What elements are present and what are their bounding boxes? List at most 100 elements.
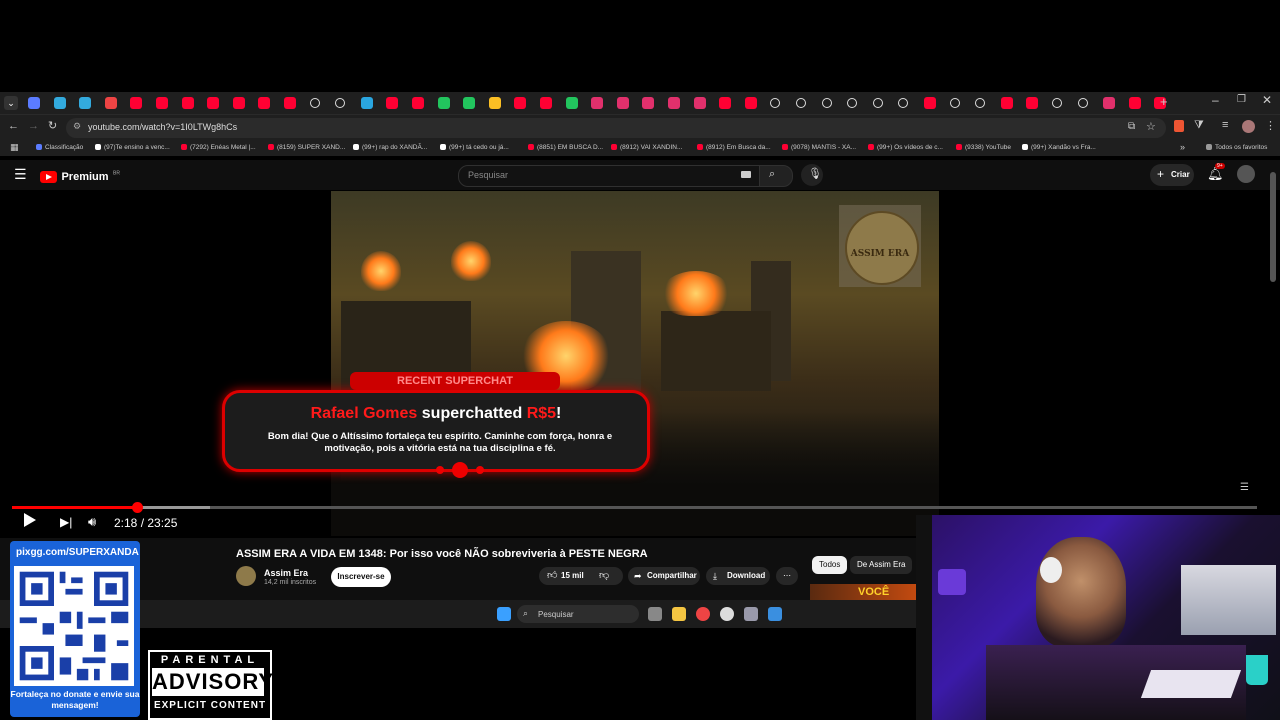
browser-tab[interactable] (591, 97, 604, 109)
site-info-icon[interactable]: ⚙ (73, 121, 81, 132)
task-view-icon[interactable] (648, 607, 662, 621)
search-button[interactable]: ⌕ (759, 165, 793, 187)
scrubber-handle[interactable] (131, 502, 143, 513)
address-bar[interactable]: ⚙ youtube.com/watch?v=1I0LTWg8hCs ⧉ ☆ (66, 118, 1166, 138)
minimize-icon[interactable]: – (1212, 93, 1219, 107)
bookmark-star-icon[interactable]: ☆ (1146, 120, 1156, 133)
progress-bar[interactable] (12, 502, 1257, 513)
browser-tab[interactable] (207, 97, 220, 109)
subscribe-button[interactable]: Inscrever-se (331, 567, 391, 587)
channel-name[interactable]: Assim Era (264, 568, 308, 578)
taskbar-search[interactable]: ⌕ Pesquisar (517, 605, 639, 623)
youtube-logo[interactable]: Premium BR (40, 168, 120, 186)
chip-channel[interactable]: De Assim Era (850, 556, 913, 574)
chapters-icon[interactable]: ☰ (1240, 482, 1249, 493)
bookmark-item[interactable]: (8912) VAI XANDIN... (611, 144, 682, 151)
browser-tab[interactable] (463, 97, 476, 109)
browser-tab[interactable] (1000, 97, 1013, 109)
browser-tab[interactable] (949, 98, 960, 108)
more-actions-button[interactable]: ⋯ (776, 567, 798, 585)
settings-icon[interactable] (744, 607, 758, 621)
browser-tab[interactable] (437, 97, 450, 109)
browser-tab[interactable] (1103, 97, 1116, 109)
like-count[interactable]: 15 mil (561, 567, 584, 585)
browser-tab[interactable] (565, 97, 578, 109)
browser-tab[interactable] (412, 97, 424, 109)
bookmark-item[interactable]: (7292) Enéas Metal |... (181, 144, 256, 151)
browser-tab[interactable] (335, 98, 346, 108)
browser-tab[interactable] (156, 97, 168, 109)
browser-tab[interactable] (642, 97, 655, 109)
browser-tab[interactable] (1077, 98, 1088, 108)
share-button[interactable]: ➦ Compartilhar (628, 567, 700, 585)
keyboard-icon[interactable] (741, 171, 751, 178)
browser-tab[interactable] (796, 98, 806, 108)
volume-icon[interactable]: 🔊︎ (88, 514, 96, 530)
browser-tab[interactable] (181, 97, 194, 109)
forward-icon[interactable]: → (28, 120, 39, 132)
new-tab-icon[interactable]: + (1160, 94, 1168, 109)
browser-menu-icon[interactable]: ⋮ (1265, 119, 1276, 132)
extensions-puzzle-icon[interactable]: ⧩ (1194, 119, 1204, 132)
app-icon[interactable] (720, 607, 734, 621)
browser-tab[interactable] (616, 97, 629, 109)
browser-tab[interactable] (232, 97, 245, 109)
browser-tab[interactable] (258, 97, 271, 109)
browser-tab[interactable] (28, 97, 40, 109)
chrome-icon[interactable] (696, 607, 710, 621)
recommended-thumbnail[interactable]: VOCÊ (810, 584, 916, 600)
create-button[interactable]: + Criar (1150, 164, 1194, 186)
search-input[interactable]: Pesquisar (458, 165, 760, 187)
dislike-icon[interactable]: 👎︎ (599, 567, 609, 585)
browser-tab[interactable] (130, 97, 143, 109)
next-video-icon[interactable]: ▶︎| (60, 515, 72, 529)
bookmark-item[interactable]: (9078) MANTIS - XA... (782, 144, 856, 151)
browser-tab[interactable] (1026, 97, 1039, 109)
bookmark-item[interactable]: (8159) SUPER XAND... (268, 144, 345, 151)
close-window-icon[interactable]: ✕ (1262, 93, 1272, 107)
download-button[interactable]: ⤓ Download (706, 567, 770, 585)
media-control-icon[interactable]: ≡ (1222, 119, 1228, 131)
browser-tab[interactable] (847, 98, 858, 108)
hamburger-menu-icon[interactable]: ☰ (14, 166, 27, 183)
browser-tab[interactable] (924, 97, 936, 109)
chip-all[interactable]: Todos (812, 556, 848, 574)
bookmark-item[interactable]: (99+) rap do XANDÃ... (353, 144, 427, 151)
browser-tab[interactable] (53, 97, 66, 109)
browser-tab[interactable] (309, 98, 320, 108)
browser-tab[interactable] (821, 98, 832, 108)
browser-tab[interactable] (1052, 98, 1062, 108)
bookmark-item[interactable]: (97)Te ensino a venc... (95, 144, 170, 151)
browser-tab[interactable] (386, 97, 399, 109)
browser-tab[interactable] (1128, 97, 1141, 109)
bookmark-item[interactable]: (8912) Em Busca da... (697, 144, 771, 151)
voice-search-button[interactable]: 🎙︎ (801, 164, 823, 186)
browser-tab[interactable] (668, 97, 680, 109)
browser-tab[interactable] (540, 97, 552, 109)
file-explorer-icon[interactable] (672, 607, 686, 621)
browser-tab[interactable] (975, 98, 986, 108)
restore-icon[interactable]: ❐ (1237, 94, 1246, 105)
account-avatar[interactable] (1237, 165, 1255, 183)
bookmark-item[interactable]: (8851) EM BUSCA D... (528, 144, 603, 151)
apps-grid-icon[interactable]: ▦ (10, 142, 19, 153)
bookmark-item[interactable]: Classificação (36, 144, 83, 151)
browser-tab[interactable] (488, 97, 501, 109)
browser-tab[interactable] (719, 97, 732, 109)
bookmark-item[interactable]: (99+) Os vídeos de c... (868, 144, 943, 151)
app-icon[interactable] (768, 607, 782, 621)
profile-avatar[interactable] (1242, 120, 1255, 133)
browser-tab[interactable] (693, 97, 706, 109)
bookmarks-overflow-icon[interactable]: » (1180, 142, 1185, 152)
bookmark-item[interactable]: (99+) Xandão vs Fra... (1022, 144, 1096, 151)
browser-tab[interactable] (770, 98, 781, 108)
reload-icon[interactable]: ↻ (48, 119, 57, 132)
browser-tab[interactable] (744, 97, 757, 109)
channel-avatar[interactable] (236, 566, 256, 586)
browser-tab[interactable] (284, 97, 296, 109)
install-app-icon[interactable]: ⧉ (1128, 121, 1135, 132)
all-bookmarks[interactable]: Todos os favoritos (1206, 144, 1267, 151)
video-frame[interactable]: ASSIM ERA (331, 191, 939, 536)
browser-tab[interactable] (79, 97, 92, 109)
bookmark-item[interactable]: (99+) tá cedo ou já... (440, 144, 509, 151)
